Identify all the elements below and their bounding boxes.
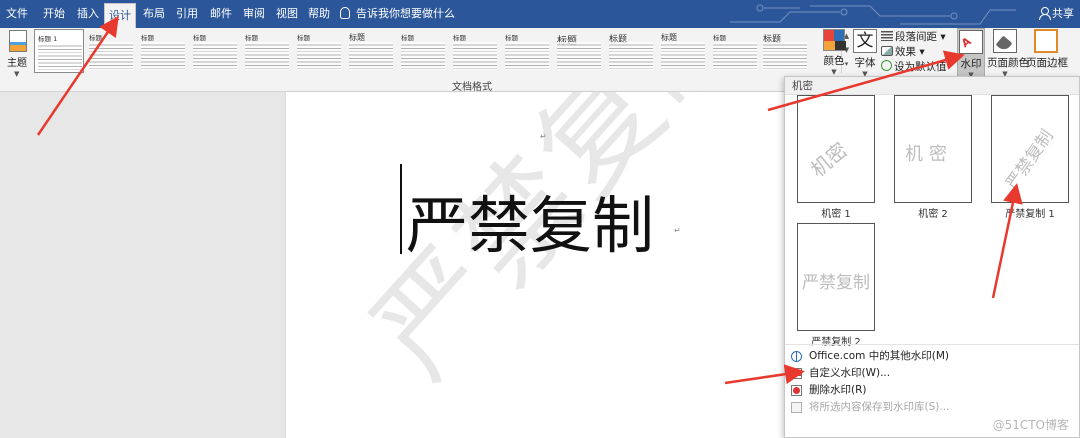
document-text[interactable]: 严禁复制: [406, 175, 654, 265]
style-set-thumb[interactable]: 标题: [710, 29, 760, 73]
circuit-decoration: [730, 4, 1016, 25]
title-tab-bar: 文件 开始 插入 设计 布局 引用 邮件 审阅 视图 帮助 告诉我你想要做什么 …: [0, 0, 1080, 28]
tab-review[interactable]: 审阅: [237, 0, 271, 28]
fonts-label: 字体: [854, 57, 876, 69]
watermark-option-no-copy-1[interactable]: 严禁复制: [991, 95, 1069, 203]
save-gallery-icon: [791, 402, 802, 413]
watermark-option-label: 严禁复制 2: [811, 337, 861, 348]
themes-icon: [9, 30, 27, 52]
lightbulb-icon: [340, 7, 350, 19]
style-set-thumb[interactable]: 标题: [450, 29, 500, 73]
watermark-option-confidential-2[interactable]: 机密: [894, 95, 972, 203]
tab-view[interactable]: 视图: [270, 0, 304, 28]
colors-label: 颜色: [823, 55, 845, 67]
style-set-thumb[interactable]: 标题 1: [34, 29, 84, 73]
paragraph-spacing-icon: [881, 31, 893, 41]
watermark-option-confidential-1[interactable]: 机密: [797, 95, 875, 203]
paint-bucket-icon: [993, 29, 1017, 53]
globe-icon: [791, 351, 802, 362]
color-palette-icon: [823, 29, 846, 51]
person-icon: [1039, 7, 1051, 20]
style-set-thumb[interactable]: 标题: [554, 29, 604, 73]
effects-button[interactable]: 效果 ▾: [881, 45, 956, 60]
style-set-thumb[interactable]: 标题: [346, 29, 396, 73]
style-set-thumb[interactable]: 标题: [658, 29, 708, 73]
tell-me-text: 告诉我你想要做什么: [356, 7, 455, 20]
tab-mailings[interactable]: 邮件: [204, 0, 238, 28]
save-to-gallery-menu-item: 将所选内容保存到水印库(S)...: [785, 399, 1079, 415]
set-default-button[interactable]: 设为默认值: [881, 60, 956, 75]
style-set-thumb[interactable]: 标题: [502, 29, 552, 73]
style-set-thumb[interactable]: 标题: [86, 29, 136, 73]
tell-me-box[interactable]: 告诉我你想要做什么: [340, 0, 455, 28]
paragraph-spacing-button[interactable]: 段落间距 ▾: [881, 30, 956, 45]
group-label-document-format: 文档格式: [452, 82, 492, 93]
menu-divider: [785, 344, 1079, 345]
style-set-thumb[interactable]: 标题: [138, 29, 188, 73]
watermark-option-label: 严禁复制 1: [1005, 209, 1055, 220]
style-set-gallery: 标题 1 标题 标题 标题 标题 标题 标题 标题 标题 标题 标题 标题 标题…: [33, 28, 849, 74]
chevron-down-icon: ▼: [14, 70, 20, 78]
remove-watermark-icon: [791, 385, 802, 396]
watermark-gallery-dropdown: 机密 机密 机密 1 机密 机密 2 严禁复制 严禁复制 1 严禁复制 严禁复制…: [784, 76, 1080, 438]
remove-watermark-menu-item[interactable]: 删除水印(R): [785, 382, 1079, 398]
checkmark-circle-icon: [881, 60, 892, 71]
style-set-thumb[interactable]: 标题: [190, 29, 240, 73]
chevron-down-icon: ▼: [831, 68, 837, 76]
effects-icon: [881, 46, 893, 56]
document-page[interactable]: 严禁复制 ↵ 严禁复制 ↵: [286, 92, 816, 438]
page-color-label: 页面颜色: [987, 57, 1029, 69]
more-watermarks-menu-item[interactable]: Office.com 中的其他水印(M): [785, 348, 1079, 364]
paragraph-mark: ↵: [674, 226, 681, 235]
page-borders-label: 页面边框: [1026, 57, 1068, 69]
style-set-thumb[interactable]: 标题: [606, 29, 656, 73]
style-set-thumb[interactable]: 标题: [294, 29, 344, 73]
watermark-option-no-copy-2[interactable]: 严禁复制: [797, 223, 875, 331]
tab-references[interactable]: 引用: [170, 0, 204, 28]
custom-watermark-menu-item[interactable]: 自定义水印(W)...: [785, 365, 1079, 381]
watermark-option-label: 机密 2: [918, 209, 948, 220]
themes-label: 主题: [7, 58, 27, 69]
style-set-thumb[interactable]: 标题: [760, 29, 810, 73]
watermark-label: 水印: [960, 58, 982, 70]
text-cursor: [400, 164, 402, 254]
site-watermark: @51CTO博客: [992, 418, 1069, 432]
watermark-icon: A: [959, 30, 983, 54]
tab-design[interactable]: 设计: [104, 3, 136, 28]
fonts-icon: 文: [853, 29, 877, 53]
watermark-option-label: 机密 1: [821, 209, 851, 220]
custom-watermark-icon: [791, 368, 802, 379]
gallery-section-header: 机密: [785, 77, 1079, 95]
tab-layout[interactable]: 布局: [137, 0, 171, 28]
page-border-icon: [1034, 29, 1058, 53]
themes-button[interactable]: 主题 ▼: [2, 28, 32, 90]
paragraph-mark: ↵: [540, 132, 547, 141]
tab-home[interactable]: 开始: [36, 0, 72, 28]
tab-insert[interactable]: 插入: [71, 0, 105, 28]
style-set-thumb[interactable]: 标题: [242, 29, 292, 73]
format-options: 段落间距 ▾ 效果 ▾ 设为默认值: [881, 30, 956, 75]
tab-help[interactable]: 帮助: [302, 0, 336, 28]
share-button[interactable]: 共享: [1039, 0, 1074, 28]
style-set-thumb[interactable]: 标题: [398, 29, 448, 73]
tab-file[interactable]: 文件: [0, 0, 34, 28]
share-label: 共享: [1052, 7, 1074, 20]
